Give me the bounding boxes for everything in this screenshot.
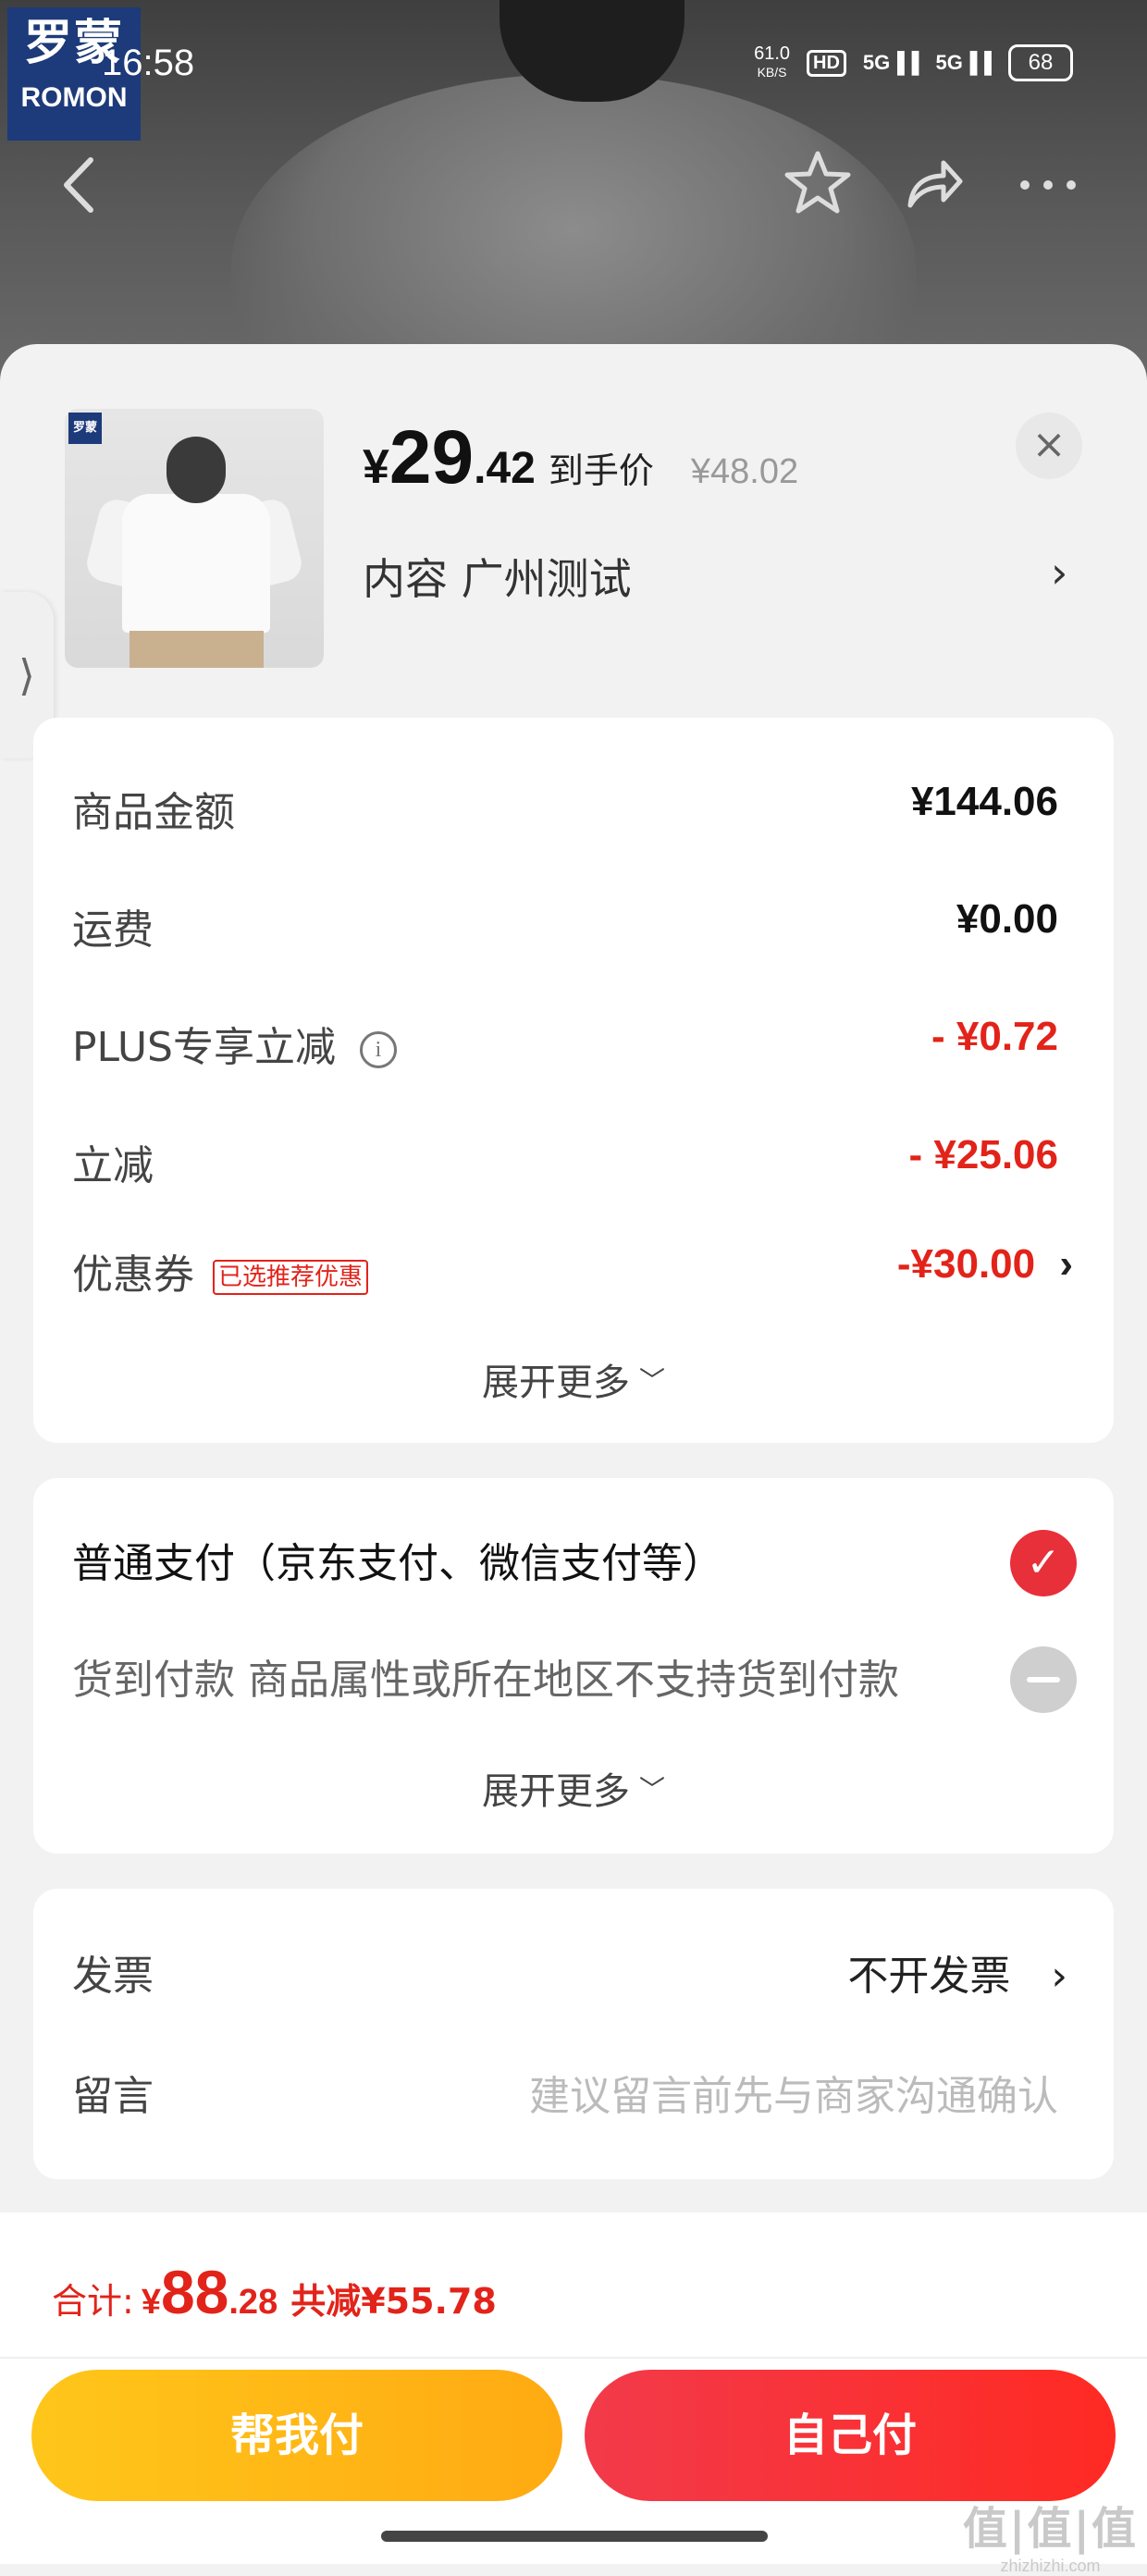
coupon-badge: 已选推荐优惠 bbox=[213, 1260, 369, 1295]
net-speed-value: 61.0 bbox=[754, 43, 791, 64]
price-integer: 29 bbox=[388, 415, 475, 499]
price-summary-card: 商品金额 ¥144.06 运费 ¥0.00 PLUS专享立减 i - ¥0.72 … bbox=[33, 718, 1114, 1443]
thumb-brand-logo: 罗蒙 bbox=[68, 413, 102, 444]
chevron-down-icon: ﹀ bbox=[638, 1774, 665, 1805]
net-speed: 61.0 KB/S bbox=[754, 44, 790, 81]
payment-method-card: 普通支付（京东支付、微信支付等） ✓ 货到付款 商品属性或所在地区不支持货到付款… bbox=[33, 1478, 1114, 1854]
summary-expand-label: 展开更多 bbox=[481, 1362, 630, 1404]
order-total: 合计: ¥ 88 .28 共减¥55.78 bbox=[52, 2257, 497, 2327]
disabled-minus-icon bbox=[1010, 1646, 1077, 1713]
invoice-chevron-right-icon: › bbox=[1051, 1953, 1067, 2000]
payment-expand-label: 展开更多 bbox=[481, 1770, 630, 1813]
share-icon[interactable] bbox=[901, 150, 966, 215]
payment-option-normal-label: 普通支付（京东支付、微信支付等） bbox=[72, 1540, 723, 1587]
status-indicators: 61.0 KB/S HD 5G▐▐ 5G▐▐ 68 bbox=[754, 44, 1073, 81]
close-button[interactable]: × bbox=[1016, 413, 1082, 479]
plus-discount-label: PLUS专享立减 bbox=[72, 1024, 336, 1071]
coupon-label: 优惠券 bbox=[72, 1251, 194, 1299]
thumb-model-head bbox=[166, 437, 226, 503]
instant-discount-label: 立减 bbox=[72, 1142, 154, 1189]
instant-discount-value: - ¥25.06 bbox=[908, 1132, 1058, 1177]
shipping-value: ¥0.00 bbox=[956, 896, 1058, 942]
coupon-label-wrap: 优惠券 已选推荐优惠 bbox=[72, 1241, 369, 1300]
favorite-star-icon[interactable] bbox=[783, 148, 853, 218]
spec-chevron-right-icon[interactable]: › bbox=[1051, 548, 1067, 598]
payment-expand-more[interactable]: 展开更多 ﹀ bbox=[33, 1761, 1114, 1815]
total-label: 合计: bbox=[52, 2281, 134, 2322]
coupon-value: -¥30.00 bbox=[896, 1241, 1036, 1287]
total-integer: 88 bbox=[160, 2258, 229, 2326]
more-icon[interactable] bbox=[1016, 176, 1080, 194]
invoice-value-wrap: 不开发票 › bbox=[847, 1942, 1067, 2002]
help-me-pay-button[interactable]: 帮我付 bbox=[31, 2370, 562, 2501]
watermark-logo: 值|值|值 bbox=[962, 2503, 1138, 2555]
signal-label-1: 5G bbox=[862, 51, 891, 74]
payment-option-cod-label: 货到付款 商品属性或所在地区不支持货到付款 bbox=[72, 1657, 899, 1704]
plus-discount-label-wrap: PLUS专享立减 i bbox=[72, 1014, 397, 1073]
total-decimal: .28 bbox=[228, 2283, 278, 2322]
plus-discount-value: - ¥0.72 bbox=[931, 1014, 1058, 1059]
hd-icon: HD bbox=[807, 49, 846, 77]
coupon-chevron-right-icon: › bbox=[1059, 1241, 1073, 1287]
status-time: 16:58 bbox=[102, 43, 195, 83]
battery-icon: 68 bbox=[1008, 44, 1073, 81]
brand-logo-en: ROMON bbox=[20, 82, 128, 113]
net-speed-unit: KB/S bbox=[757, 65, 787, 80]
model-figure bbox=[231, 74, 916, 388]
total-saved: 共减¥55.78 bbox=[290, 2281, 497, 2322]
signal-icon-2: 5G▐▐ bbox=[935, 51, 992, 74]
chevron-down-icon: ﹀ bbox=[638, 1365, 665, 1396]
price-tag-label: 到手价 bbox=[548, 450, 654, 491]
original-price: ¥48.02 bbox=[690, 452, 799, 491]
product-thumbnail: 罗蒙 bbox=[65, 409, 324, 668]
final-price: ¥ 29 .42 到手价 ¥48.02 bbox=[363, 414, 798, 501]
info-icon[interactable]: i bbox=[360, 1031, 397, 1068]
pay-myself-button[interactable]: 自己付 bbox=[585, 2370, 1116, 2501]
goods-amount-value: ¥144.06 bbox=[910, 779, 1058, 824]
invoice-value: 不开发票 bbox=[847, 1953, 1011, 2000]
checkmark-selected-icon[interactable]: ✓ bbox=[1010, 1530, 1077, 1596]
price-decimal: .42 bbox=[474, 444, 536, 493]
watermark-url: zhizhizhi.com bbox=[1000, 2557, 1101, 2575]
divider bbox=[0, 2357, 1147, 2359]
summary-expand-more[interactable]: 展开更多 ﹀ bbox=[33, 1352, 1114, 1406]
price-symbol: ¥ bbox=[363, 440, 389, 494]
shipping-label: 运费 bbox=[72, 906, 154, 954]
invoice-message-card: 发票 不开发票 › 留言 建议留言前先与商家沟通确认 bbox=[33, 1889, 1114, 2179]
invoice-label: 发票 bbox=[72, 1953, 154, 2000]
home-indicator[interactable] bbox=[381, 2531, 768, 2542]
back-arrow-icon[interactable] bbox=[56, 153, 102, 217]
signal-label-2: 5G bbox=[935, 51, 963, 74]
coupon-value-wrap: -¥30.00 › bbox=[897, 1241, 1073, 1288]
message-label: 留言 bbox=[72, 2073, 154, 2120]
total-symbol: ¥ bbox=[141, 2283, 161, 2322]
thumb-shirt bbox=[122, 494, 270, 633]
message-input[interactable]: 建议留言前先与商家沟通确认 bbox=[529, 2063, 1058, 2122]
thumb-pants bbox=[130, 631, 264, 668]
selected-spec[interactable]: 内容 广州测试 bbox=[363, 546, 632, 607]
signal-icon-1: 5G▐▐ bbox=[862, 51, 919, 74]
watermark: 值|值|值 zhizhizhi.com bbox=[963, 2492, 1138, 2576]
goods-amount-label: 商品金额 bbox=[72, 789, 235, 836]
